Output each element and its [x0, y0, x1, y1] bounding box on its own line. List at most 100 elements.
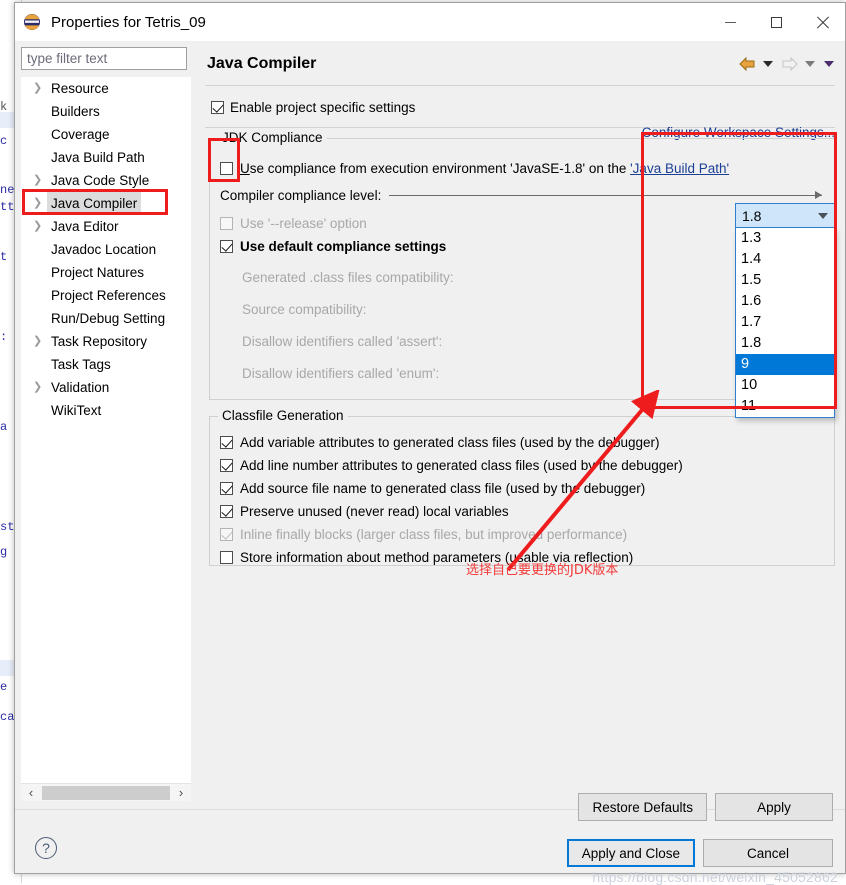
minimize-button[interactable]: [707, 3, 753, 41]
maximize-button[interactable]: [753, 3, 799, 41]
dialog-title: Properties for Tetris_09: [51, 13, 206, 31]
filter-input[interactable]: type filter text: [21, 47, 187, 70]
add-variable-attributes-checkbox[interactable]: [220, 436, 233, 449]
generated-class-compat-label-row: Generated .class files compatibility:: [220, 266, 824, 289]
chevron-right-icon: ❯: [33, 381, 43, 393]
sidebar-item-validation[interactable]: ❯ Validation: [21, 376, 191, 399]
dialog-body: type filter text ❯ Resource Builders Cov…: [15, 41, 845, 809]
close-button[interactable]: [799, 3, 845, 41]
chevron-right-icon: ❯: [33, 197, 43, 209]
sidebar-item-project-natures[interactable]: Project Natures: [21, 261, 191, 284]
sidebar-item-java-code-style[interactable]: ❯ Java Code Style: [21, 169, 191, 192]
forward-history-chevron-down-icon[interactable]: [802, 55, 818, 73]
dialog-titlebar: Properties for Tetris_09: [15, 3, 845, 41]
use-execution-environment-row[interactable]: Use compliance from execution environmen…: [220, 157, 824, 180]
close-icon: [816, 16, 829, 29]
tree-horizontal-scrollbar[interactable]: ‹ ›: [21, 783, 191, 801]
sidebar-item-java-editor[interactable]: ❯ Java Editor: [21, 215, 191, 238]
compliance-level-combo[interactable]: 1.8: [735, 203, 835, 228]
compliance-option[interactable]: 10: [736, 375, 834, 396]
arrow-right-icon[interactable]: [779, 55, 799, 73]
compliance-option[interactable]: 1.5: [736, 270, 834, 291]
sidebar-item-coverage[interactable]: Coverage: [21, 123, 191, 146]
help-icon[interactable]: ?: [35, 837, 57, 859]
enable-project-specific-checkbox[interactable]: [211, 100, 224, 114]
eclipse-icon: [23, 13, 41, 31]
compliance-option[interactable]: 1.7: [736, 312, 834, 333]
java-build-path-link[interactable]: 'Java Build Path': [630, 161, 729, 176]
restore-defaults-button[interactable]: Restore Defaults: [578, 793, 707, 821]
store-method-parameters-checkbox[interactable]: [220, 551, 233, 564]
sidebar-item-label: Java Compiler: [47, 192, 142, 215]
sidebar-item-wikitext[interactable]: WikiText: [21, 399, 191, 422]
sidebar-item-run-debug-settings[interactable]: Run/Debug Setting: [21, 307, 191, 330]
annotation-leader-line: [389, 191, 822, 199]
use-release-option-checkbox: [220, 217, 233, 230]
compliance-option[interactable]: 1.6: [736, 291, 834, 312]
sidebar-item-task-tags[interactable]: Task Tags: [21, 353, 191, 376]
compliance-level-dropdown[interactable]: 1.3 1.4 1.5 1.6 1.7 1.8 9 10 11: [735, 228, 835, 418]
apply-button[interactable]: Apply: [715, 793, 833, 821]
generated-class-compat-label: Generated .class files compatibility:: [242, 270, 454, 285]
source-compat-label-row: Source compatibility:: [220, 298, 824, 321]
use-execution-environment-text: se compliance from execution environment…: [249, 161, 631, 176]
annotation-note-text: 选择自己要更换的JDK版本: [466, 563, 619, 578]
disallow-assert-label-row: Disallow identifiers called 'assert':: [220, 330, 824, 353]
properties-dialog: Properties for Tetris_09 type filter tex…: [14, 2, 846, 874]
chevron-down-icon: [763, 61, 773, 67]
sidebar-item-label: Coverage: [51, 127, 110, 142]
sidebar-item-builders[interactable]: Builders: [21, 100, 191, 123]
sidebar-item-label: Task Repository: [51, 334, 148, 349]
compliance-option-highlighted[interactable]: 9: [736, 354, 834, 375]
scroll-right-icon[interactable]: ›: [171, 785, 191, 800]
page-navigation-toolbar: [737, 55, 837, 73]
use-default-compliance-checkbox[interactable]: [220, 240, 233, 253]
apply-and-close-button[interactable]: Apply and Close: [566, 839, 695, 867]
compliance-level-value: 1.8: [742, 207, 762, 224]
sidebar-item-javadoc-location[interactable]: Javadoc Location: [21, 238, 191, 261]
use-default-compliance-row[interactable]: Use default compliance settings: [220, 235, 824, 258]
title-divider: [205, 85, 835, 86]
arrow-left-icon[interactable]: [737, 55, 757, 73]
scroll-left-icon[interactable]: ‹: [21, 785, 41, 800]
sidebar-item-label: Java Code Style: [51, 173, 150, 188]
settings-tree[interactable]: ❯ Resource Builders Coverage Java Build …: [21, 77, 191, 801]
minimize-icon: [724, 21, 736, 23]
compliance-option[interactable]: 1.8: [736, 333, 834, 354]
sidebar-item-label: Java Editor: [51, 219, 119, 234]
cancel-button[interactable]: Cancel: [703, 839, 833, 867]
chevron-right-icon: ❯: [33, 335, 43, 347]
sidebar-item-label: Project Natures: [51, 265, 145, 280]
classfile-generation-legend: Classfile Generation: [218, 408, 348, 423]
settings-sidebar: type filter text ❯ Resource Builders Cov…: [15, 41, 197, 809]
inline-finally-blocks-checkbox: [220, 528, 233, 541]
preserve-unused-locals-checkbox[interactable]: [220, 505, 233, 518]
chevron-down-icon: [824, 61, 834, 67]
compliance-option[interactable]: 1.3: [736, 228, 834, 249]
maximize-icon: [770, 16, 782, 28]
jdk-compliance-legend: JDK Compliance: [218, 130, 327, 145]
use-release-option-row: Use '--release' option: [220, 212, 824, 235]
sidebar-item-label: WikiText: [51, 403, 102, 418]
annotation-arrow-icon: [506, 390, 660, 572]
use-release-option-label: Use '--release' option: [240, 216, 367, 231]
scrollbar-thumb[interactable]: [42, 785, 170, 800]
sidebar-item-project-references[interactable]: Project References: [21, 284, 191, 307]
sidebar-item-resource[interactable]: ❯ Resource: [21, 77, 191, 100]
add-source-file-name-checkbox[interactable]: [220, 482, 233, 495]
page-menu-chevron-down-icon[interactable]: [821, 55, 837, 73]
back-history-chevron-down-icon[interactable]: [760, 55, 776, 73]
sidebar-item-task-repository[interactable]: ❯ Task Repository: [21, 330, 191, 353]
sidebar-item-java-compiler[interactable]: ❯ Java Compiler: [21, 192, 191, 215]
sidebar-item-java-build-path[interactable]: Java Build Path: [21, 146, 191, 169]
add-line-number-attributes-checkbox[interactable]: [220, 459, 233, 472]
enable-project-specific-row[interactable]: Enable project specific settings: [205, 96, 835, 118]
page-action-buttons: Restore Defaults Apply: [578, 793, 833, 821]
chevron-down-icon: [818, 212, 828, 219]
compliance-option[interactable]: 1.4: [736, 249, 834, 270]
sidebar-item-label: Project References: [51, 288, 166, 303]
chevron-right-icon: ❯: [33, 220, 43, 232]
use-execution-environment-checkbox[interactable]: [220, 162, 233, 175]
compliance-option[interactable]: 11: [736, 396, 834, 417]
compiler-compliance-level-row: Compiler compliance level:: [220, 182, 824, 208]
